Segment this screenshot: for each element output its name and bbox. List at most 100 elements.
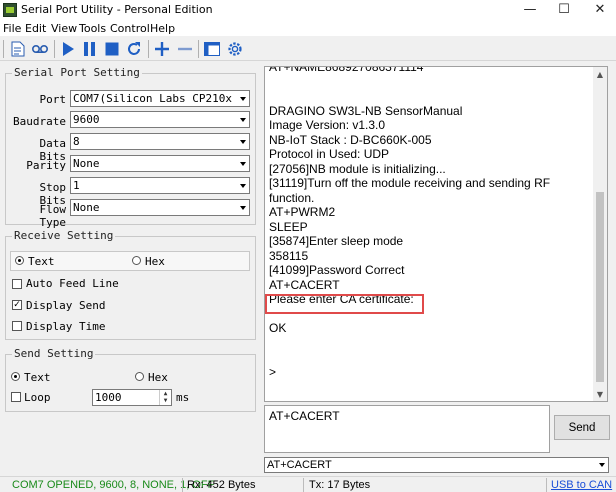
receive-line [269,89,594,104]
receive-line [269,336,594,351]
command-history-value: AT+CACERT [267,459,332,471]
send-button[interactable]: Send [554,415,610,440]
auto-feed-line-label: Auto Feed Line [26,277,119,290]
receive-text-radio[interactable] [15,256,24,265]
app-icon [3,3,17,17]
baudrate-select[interactable]: 9600 [70,111,250,128]
pause-icon[interactable] [80,39,100,59]
parity-select[interactable]: None [70,155,250,172]
receive-text-area[interactable]: AT+NAME868927086371114 DRAGINO SW3L-NB S… [264,66,608,402]
scroll-down-icon[interactable]: ▼ [593,387,607,401]
maximize-button[interactable]: ☐ [549,0,579,20]
minimize-button[interactable]: — [515,0,545,20]
receive-scrollbar[interactable]: ▲ ▼ [593,67,607,401]
send-setting-title: Send Setting [12,347,96,360]
chevron-down-icon [236,134,249,149]
flow-type-value: None [73,201,100,214]
chevron-down-icon [236,91,249,106]
window-title: Serial Port Utility - Personal Edition [21,3,213,16]
serial-port-setting-title: Serial Port Setting [12,66,142,79]
plus-icon[interactable] [152,39,172,59]
loop-interval-stepper[interactable]: 1000 ▲ ▼ [92,389,172,406]
baudrate-value: 9600 [73,113,100,126]
receive-line: function. [269,190,315,205]
chevron-down-icon [236,156,249,171]
receive-line: [35874]Enter sleep mode [269,234,404,248]
status-divider [182,478,183,492]
usb-to-can-link[interactable]: USB to CAN [551,479,612,492]
scroll-up-icon[interactable]: ▲ [593,67,607,81]
stepper-arrows-icon[interactable]: ▲ ▼ [159,390,171,405]
document-icon[interactable] [8,39,28,59]
chevron-down-icon [236,112,249,127]
scrollbar-thumb[interactable] [596,192,604,382]
receive-lines: AT+NAME868927086371114 DRAGINO SW3L-NB S… [269,67,594,379]
loop-checkbox[interactable] [11,392,21,402]
send-text-area[interactable]: AT+CACERT [264,405,550,453]
receive-line: [41099]Password Correct [269,263,405,277]
gear-icon[interactable] [225,39,245,59]
menu-control[interactable]: Control [110,22,150,35]
close-button[interactable]: ✕ [585,0,615,20]
highlight-annotation-box [265,294,424,314]
receive-line: > [269,364,277,379]
parity-label: Parity [26,159,66,172]
display-time-checkbox[interactable] [12,321,22,331]
rx-count: Rx: 452 Bytes [187,479,256,491]
title-bar: Serial Port Utility - Personal Edition —… [0,0,616,20]
receive-line: 358115 [269,248,309,263]
receive-line [269,350,594,365]
port-status-text: COM7 OPENED, 9600, 8, NONE, 1, OFF [12,479,215,491]
menu-tools[interactable]: Tools [79,22,106,35]
toolbar-separator [148,40,149,58]
receive-line: AT+CACERT [269,277,340,292]
toolbar-separator [3,40,4,58]
menu-view[interactable]: View [51,22,77,35]
play-icon[interactable] [58,39,78,59]
toolbar-separator [54,40,55,58]
receive-line: OK [269,321,287,335]
record-icon[interactable] [30,39,50,59]
toolbar [0,37,616,61]
receive-line [269,75,594,90]
send-hex-radio[interactable] [135,372,144,381]
data-bits-select[interactable]: 8 [70,133,250,150]
status-bar: COM7 OPENED, 9600, 8, NONE, 1, OFF Rx: 4… [0,476,616,492]
receive-line: Protocol in Used: UDP [269,147,390,161]
port-select[interactable]: COM7(Silicon Labs CP210x USB [70,90,250,107]
receive-line: [27056]NB module is initializing... [269,161,446,176]
loop-label: Loop [24,391,51,404]
stop-bits-select[interactable]: 1 [70,177,250,194]
loop-unit-label: ms [176,391,190,404]
receive-text-label: Text [28,255,55,268]
toolbar-separator [198,40,199,58]
receive-hex-radio[interactable] [132,256,141,265]
menu-file[interactable]: File [3,22,21,35]
send-text-radio[interactable] [11,372,20,381]
refresh-icon[interactable] [124,39,144,59]
port-value: COM7(Silicon Labs CP210x USB [73,92,250,105]
menu-bar: File Edit View Tools Control Help [0,20,616,36]
window-icon[interactable] [202,39,222,59]
loop-interval-value: 1000 [95,391,122,404]
chevron-down-icon [236,178,249,193]
command-history-select[interactable]: AT+CACERT [264,457,609,473]
auto-feed-line-checkbox[interactable] [12,279,22,289]
receive-line: AT+NAME868927086371114 [269,66,424,74]
receive-line: AT+PWRM2 [269,205,336,219]
flow-type-label: Flow Type [39,203,67,229]
stop-bits-value: 1 [73,179,80,192]
flow-type-select[interactable]: None [70,199,250,216]
status-divider [303,478,304,492]
display-send-checkbox[interactable]: ✓ [12,300,22,310]
menu-help[interactable]: Help [150,22,175,35]
send-hex-label: Hex [148,371,168,384]
receive-line: NB-IoT Stack : D-BC660K-005 [269,132,432,147]
menu-edit[interactable]: Edit [25,22,46,35]
status-divider [546,478,547,492]
tx-count: Tx: 17 Bytes [309,479,371,491]
stop-icon[interactable] [102,39,122,59]
parity-value: None [73,157,100,170]
minus-icon[interactable] [175,39,195,59]
receive-setting-title: Receive Setting [12,229,116,242]
